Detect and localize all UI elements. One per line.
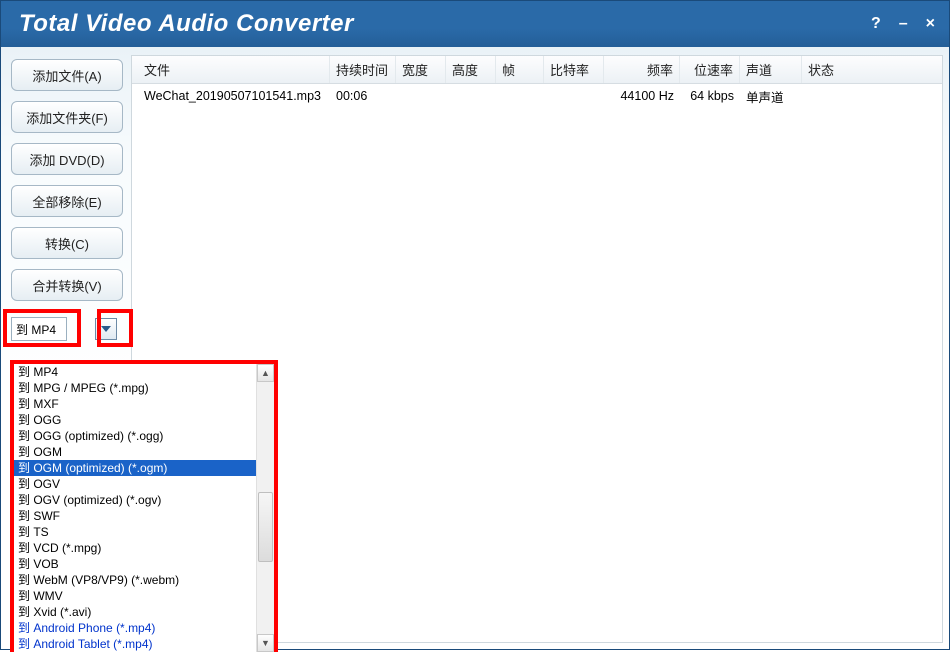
dropdown-item[interactable]: 到 OGG: [14, 412, 256, 428]
scroll-up-icon[interactable]: ▲: [257, 364, 274, 382]
col-status[interactable]: 状态: [802, 56, 942, 83]
merge-convert-button[interactable]: 合并转换(V): [11, 269, 123, 301]
dropdown-item[interactable]: 到 MP4: [14, 364, 256, 380]
cell-frequency: 44100 Hz: [604, 84, 680, 108]
dropdown-item[interactable]: 到 WebM (VP8/VP9) (*.webm): [14, 572, 256, 588]
dropdown-list-body: 到 MP4到 MPG / MPEG (*.mpg)到 MXF到 OGG到 OGG…: [14, 364, 256, 652]
cell-channels: 单声道: [740, 84, 802, 108]
add-folder-button[interactable]: 添加文件夹(F): [11, 101, 123, 133]
col-width[interactable]: 宽度: [396, 56, 446, 83]
dropdown-item[interactable]: 到 Xvid (*.avi): [14, 604, 256, 620]
dropdown-item[interactable]: 到 MXF: [14, 396, 256, 412]
minimize-button[interactable]: –: [895, 12, 912, 36]
cell-status: [802, 84, 942, 108]
cell-fps: [496, 84, 544, 108]
scroll-thumb[interactable]: [258, 492, 273, 562]
format-dropdown-button[interactable]: [95, 318, 117, 340]
col-fps[interactable]: 帧: [496, 56, 544, 83]
cell-bitrate: [544, 84, 604, 108]
dropdown-item[interactable]: 到 OGG (optimized) (*.ogg): [14, 428, 256, 444]
grid-header: 文件 持续时间 宽度 高度 帧 比特率 频率 位速率 声道 状态: [132, 56, 942, 84]
col-frequency[interactable]: 频率: [604, 56, 680, 83]
dropdown-item[interactable]: 到 VCD (*.mpg): [14, 540, 256, 556]
col-bits[interactable]: 位速率: [680, 56, 740, 83]
dropdown-item[interactable]: 到 Android Phone (*.mp4): [14, 620, 256, 636]
col-duration[interactable]: 持续时间: [330, 56, 396, 83]
dropdown-item[interactable]: 到 VOB: [14, 556, 256, 572]
window-controls: ? – ×: [867, 12, 939, 36]
dropdown-item[interactable]: 到 SWF: [14, 508, 256, 524]
dropdown-scrollbar[interactable]: ▲ ▼: [256, 364, 274, 652]
help-button[interactable]: ?: [867, 12, 885, 36]
col-height[interactable]: 高度: [446, 56, 496, 83]
title-bar: Total Video Audio Converter ? – ×: [1, 1, 949, 47]
table-row[interactable]: WeChat_20190507101541.mp3 00:06 44100 Hz…: [132, 84, 942, 108]
add-files-button[interactable]: 添加文件(A): [11, 59, 123, 91]
dropdown-item[interactable]: 到 OGM: [14, 444, 256, 460]
scroll-track[interactable]: [257, 382, 274, 634]
add-dvd-button[interactable]: 添加 DVD(D): [11, 143, 123, 175]
close-button[interactable]: ×: [922, 12, 939, 36]
format-current[interactable]: 到 MP4: [11, 317, 67, 341]
dropdown-item[interactable]: 到 TS: [14, 524, 256, 540]
remove-all-button[interactable]: 全部移除(E): [11, 185, 123, 217]
cell-duration: 00:06: [330, 84, 396, 108]
cell-bits: 64 kbps: [680, 84, 740, 108]
convert-button[interactable]: 转换(C): [11, 227, 123, 259]
col-file[interactable]: 文件: [132, 56, 330, 83]
scroll-down-icon[interactable]: ▼: [257, 634, 274, 652]
dropdown-item[interactable]: 到 WMV: [14, 588, 256, 604]
dropdown-item[interactable]: 到 OGM (optimized) (*.ogm): [14, 460, 256, 476]
chevron-down-icon: [101, 326, 111, 332]
format-dropdown-list: 到 MP4到 MPG / MPEG (*.mpg)到 MXF到 OGG到 OGG…: [10, 360, 278, 652]
col-channels[interactable]: 声道: [740, 56, 802, 83]
format-selector: 到 MP4: [11, 315, 123, 343]
col-bitrate[interactable]: 比特率: [544, 56, 604, 83]
dropdown-item[interactable]: 到 OGV: [14, 476, 256, 492]
dropdown-item[interactable]: 到 OGV (optimized) (*.ogv): [14, 492, 256, 508]
cell-width: [396, 84, 446, 108]
cell-height: [446, 84, 496, 108]
cell-file: WeChat_20190507101541.mp3: [132, 84, 330, 108]
app-title: Total Video Audio Converter: [19, 10, 354, 38]
dropdown-item[interactable]: 到 MPG / MPEG (*.mpg): [14, 380, 256, 396]
